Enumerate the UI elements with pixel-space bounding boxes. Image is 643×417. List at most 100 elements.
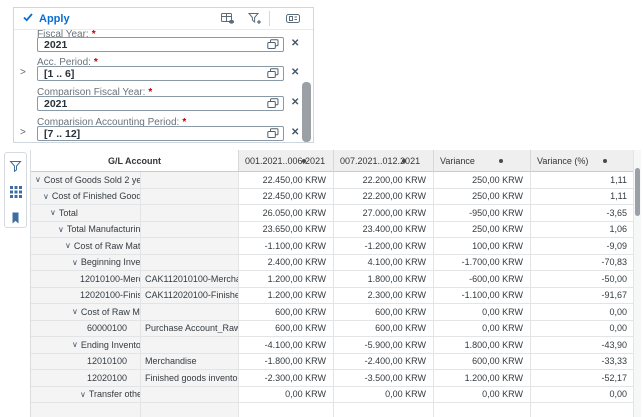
value-text: -52,17 — [601, 372, 627, 383]
field-input-row: 2021 ✕ — [14, 96, 313, 112]
filter-scrollbar-thumb[interactable] — [302, 82, 311, 142]
gl-account-name: 60000100 — [87, 323, 128, 334]
table-row-partial — [31, 403, 634, 417]
table-row[interactable]: 12020100-Finish CAK112020100-Finished goo… — [31, 287, 634, 304]
app-screen: Apply Fiscal Year: * 2021 ✕ Acc. Period: * > [1… — [0, 0, 643, 417]
clear-icon[interactable]: ✕ — [291, 38, 299, 49]
table-body: ∨ Cost of Goods Sold 2 yea 22.450,00 KRW 22… — [31, 172, 634, 417]
collapse-icon[interactable]: ∨ — [50, 208, 56, 217]
add-filter-icon[interactable] — [247, 12, 262, 30]
filter-value-text: [1 .. 6] — [44, 67, 75, 80]
table-scrollbar-thumb[interactable] — [635, 168, 640, 216]
value-cell: -2.400,00 KRW — [334, 353, 434, 370]
column-header-period-1[interactable]: 001.2021..006.2021 — [239, 150, 334, 172]
value-text: 600,00 KRW — [472, 356, 523, 367]
measure-dot-icon — [603, 159, 607, 163]
value-cell: 600,00 KRW — [334, 320, 434, 337]
field-input-row: 2021 ✕ — [14, 37, 313, 53]
clear-icon[interactable]: ✕ — [291, 127, 299, 138]
table-row[interactable]: ∨Cost of Raw Mate 600,00 KRW 600,00 KRW 0,0… — [31, 304, 634, 321]
value-cell: -70,83 — [531, 254, 634, 271]
column-header-variance-pct[interactable]: Variance (%) — [531, 150, 634, 172]
value-text: 1.800,00 KRW — [464, 339, 523, 350]
table-scrollbar[interactable] — [633, 150, 641, 417]
gl-account-cell: ∨Transfer other acc — [31, 386, 141, 403]
collapse-icon[interactable]: ∨ — [72, 307, 78, 316]
filter-icon[interactable] — [9, 159, 22, 177]
value-text: 1.200,00 KRW — [464, 372, 523, 383]
collapse-icon[interactable]: ∨ — [35, 175, 41, 184]
value-cell: 22.450,00 KRW — [239, 188, 334, 205]
table-row[interactable]: ∨ Cost of Finished Goods 22.450,00 KRW 22.2… — [31, 188, 634, 205]
value-text: 22.200,00 KRW — [362, 191, 426, 202]
value-cell: -9,09 — [531, 238, 634, 255]
table-row[interactable]: ∨Cost of Raw Materi -1.100,00 KRW -1.200,0… — [31, 238, 634, 255]
value-cell: -1.100,00 KRW — [239, 238, 334, 255]
table-row[interactable]: ∨ Cost of Goods Sold 2 yea 22.450,00 KRW 22… — [31, 172, 634, 189]
filter-value-input[interactable]: [7 .. 12] — [37, 126, 284, 141]
table-row[interactable]: ∨Ending Inventory -4.100,00 KRW -5.900,00 … — [31, 337, 634, 354]
toolbar-divider — [269, 11, 270, 26]
gl-account-cell: ∨Cost of Raw Mate — [31, 304, 141, 321]
filter-value-text: [7 .. 12] — [44, 127, 81, 140]
value-cell: -91,67 — [531, 287, 634, 304]
value-text: 0,00 — [609, 306, 627, 317]
table-row[interactable]: 12010100-Merch CAK112010100-Merchandise 1.… — [31, 271, 634, 288]
table-row[interactable]: 12020100 Finished goods inventory -2.300,0… — [31, 370, 634, 387]
value-cell: 250,00 KRW — [434, 188, 531, 205]
value-help-icon[interactable] — [267, 98, 279, 109]
column-header-gl-account[interactable]: G/L Account — [31, 150, 239, 172]
bookmark-icon[interactable] — [11, 211, 20, 229]
measure-dot-icon — [402, 159, 406, 163]
value-help-icon[interactable] — [267, 128, 279, 139]
table-row[interactable]: 60000100 Purchase Account_Raw Mate 600,00 … — [31, 320, 634, 337]
table-row[interactable]: 12010100 Merchandise -1.800,00 KRW -2.400,0… — [31, 353, 634, 370]
gl-account-cell: 12010100-Merch — [31, 271, 141, 288]
empty-cell — [141, 403, 239, 417]
value-cell: -50,00 — [531, 271, 634, 288]
value-cell: 600,00 KRW — [334, 304, 434, 321]
field-input-row: > [1 .. 6] ✕ — [14, 66, 313, 82]
expand-range-icon[interactable]: > — [20, 127, 26, 138]
gl-account-description-cell: Purchase Account_Raw Mate — [141, 320, 239, 337]
value-text: 250,00 KRW — [472, 224, 523, 235]
value-cell: 600,00 KRW — [434, 353, 531, 370]
expand-range-icon[interactable]: > — [20, 67, 26, 78]
value-text: 0,00 KRW — [482, 306, 523, 317]
table-row[interactable]: ∨Total Manufacturing C 23.650,00 KRW 23.40… — [31, 221, 634, 238]
value-text: 100,00 KRW — [472, 240, 523, 251]
grid-icon[interactable] — [9, 185, 22, 203]
save-layout-icon[interactable] — [286, 12, 301, 30]
gl-account-description-cell — [141, 221, 239, 238]
value-help-icon[interactable] — [267, 39, 279, 50]
value-text: 600,00 KRW — [375, 323, 426, 334]
collapse-icon[interactable]: ∨ — [58, 225, 64, 234]
collapse-icon[interactable]: ∨ — [72, 258, 78, 267]
value-cell: 0,00 — [531, 304, 634, 321]
value-cell: 2.300,00 KRW — [334, 287, 434, 304]
clear-icon[interactable]: ✕ — [291, 97, 299, 108]
column-header-variance[interactable]: Variance — [434, 150, 531, 172]
apply-button[interactable]: Apply — [22, 11, 70, 26]
column-header-period-2[interactable]: 007.2021..012.2021 — [334, 150, 434, 172]
collapse-icon[interactable]: ∨ — [65, 241, 71, 250]
value-help-icon[interactable] — [267, 68, 279, 79]
gl-account-name: 12010100 — [87, 356, 128, 367]
table-view-icon[interactable] — [221, 12, 235, 30]
filter-value-input[interactable]: [1 .. 6] — [37, 66, 284, 81]
clear-icon[interactable]: ✕ — [291, 67, 299, 78]
filter-value-text: 2021 — [44, 38, 68, 51]
table-row[interactable]: ∨Transfer other acc 0,00 KRW 0,00 KRW 0,00 … — [31, 386, 634, 403]
collapse-icon[interactable]: ∨ — [72, 340, 78, 349]
value-cell: -600,00 KRW — [434, 271, 531, 288]
value-cell: 600,00 KRW — [239, 320, 334, 337]
table-row[interactable]: ∨ Total 26.050,00 KRW 27.000,00 KRW -950,00 … — [31, 205, 634, 222]
table-row[interactable]: ∨Beginning Inventc 2.400,00 KRW 4.100,00 K… — [31, 254, 634, 271]
collapse-icon[interactable]: ∨ — [80, 390, 86, 399]
filter-value-input[interactable]: 2021 — [37, 96, 284, 111]
filter-value-input[interactable]: 2021 — [37, 37, 284, 52]
gl-account-header-label: G/L Account — [107, 155, 161, 166]
gl-account-description-cell: Finished goods inventory — [141, 370, 239, 387]
collapse-icon[interactable]: ∨ — [43, 192, 49, 201]
gl-account-name: 12020100-Finish — [80, 290, 140, 301]
